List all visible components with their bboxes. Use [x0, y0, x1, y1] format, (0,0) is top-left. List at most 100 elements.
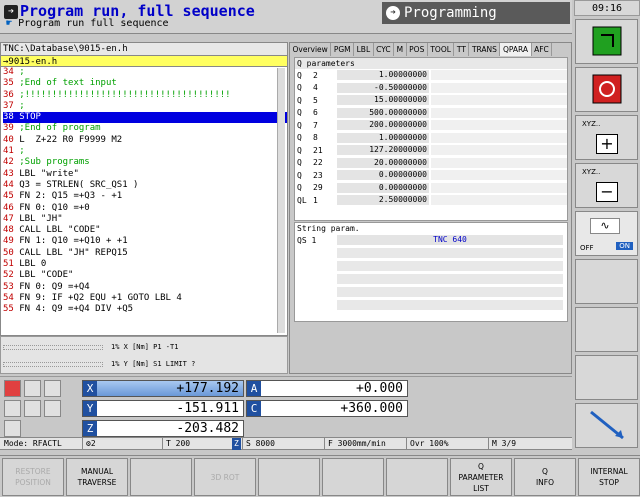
string-param-empty: [295, 286, 567, 298]
program-line[interactable]: 36 ;!!!!!!!!!!!!!!!!!!!!!!!!!!!!!!!!!!!!…: [3, 90, 287, 101]
q-params-list: Q 2 1.00000000 Q 4 -0.50000000 Q 5 15.00000000 Q 6…: [295, 69, 567, 207]
program-lines[interactable]: 34 ; 35 ;End of text input 36 ;!!!!!!!!!!!…: [1, 67, 287, 316]
program-line[interactable]: 50 CALL LBL "JH" REPQ15: [3, 248, 287, 259]
string-param-empty: [295, 299, 567, 311]
program-line[interactable]: 44 Q3 = STRLEN( SRC_QS1 ): [3, 180, 287, 191]
program-line[interactable]: 47 LBL "JH": [3, 214, 287, 225]
spindle-speed: S 8000: [242, 438, 275, 450]
program-line[interactable]: 41 ;: [3, 146, 287, 157]
q-param-row: Q 8 1.00000000: [295, 132, 567, 145]
softkey-green-icon[interactable]: [575, 19, 638, 64]
zoom-plus-softkey[interactable]: XYZ.. +: [575, 115, 638, 160]
vertical-softkeys: XYZ.. + XYZ.. − ∿ OFF ON: [573, 17, 640, 457]
status-panel: Overview PGM LBL CYC M POS TOOL TT TRANS QPARA AFC…: [289, 42, 572, 374]
string-params-title: String param.: [297, 224, 360, 233]
blank-icon: [44, 380, 61, 397]
program-line[interactable]: 45 FN 2: Q15 =+Q3 - +1: [3, 191, 287, 202]
editor-scrollbar[interactable]: [277, 68, 285, 333]
string-param-empty: [295, 260, 567, 272]
program-line[interactable]: 35 ;End of text input: [3, 78, 287, 89]
arrow-right-icon: ➜: [386, 6, 400, 20]
toggle-softkey[interactable]: ∿ OFF ON: [575, 211, 638, 256]
program-line[interactable]: 52 LBL "CODE": [3, 270, 287, 281]
softkey-1[interactable]: RESTORE POSITION: [2, 458, 64, 496]
file-name: →9015-en.h: [1, 55, 287, 67]
q-param-row: Q 5 15.00000000: [295, 94, 567, 107]
programming-mode-button[interactable]: ➜ Programming: [382, 2, 570, 24]
program-line[interactable]: 53 FN 0: Q9 =+Q4: [3, 282, 287, 293]
q-param-row: Q 2 1.00000000: [295, 69, 567, 82]
softkey-2[interactable]: MANUAL TRAVERSE: [66, 458, 128, 496]
program-line[interactable]: 37 ;: [3, 101, 287, 112]
softkey-4[interactable]: 3D ROT: [194, 458, 256, 496]
blank-icon: [4, 400, 21, 417]
string-param-box: String param. QS 1 TNC 640: [294, 222, 568, 322]
q-parameter-box: Q parameters Q 2 1.00000000 Q 4 -0.50000000 Q 5…: [294, 57, 568, 221]
axis-a: A +0.000: [246, 380, 408, 397]
tab-lbl[interactable]: LBL: [354, 43, 374, 56]
softkey-9[interactable]: Q INFO: [514, 458, 576, 496]
tab-qpara[interactable]: QPARA: [500, 43, 532, 56]
clock: 09:16: [574, 0, 640, 16]
status-icons: [3, 379, 79, 437]
info-bar: Mode: RFACTL ⚙ 2 T 200 Z S 8000 F 3000mm/…: [0, 437, 572, 450]
program-line[interactable]: 34 ;: [3, 67, 287, 78]
q-param-row: QL 1 2.50000000: [295, 194, 567, 207]
zoom-minus-softkey[interactable]: XYZ.. −: [575, 163, 638, 208]
tab-m[interactable]: M: [394, 43, 407, 56]
program-line[interactable]: 51 LBL 0: [3, 259, 287, 270]
arrow-diagonal-icon: [589, 410, 624, 440]
minus-icon: −: [596, 182, 618, 202]
program-line[interactable]: 39 ;End of program: [3, 123, 287, 134]
softkey-7[interactable]: [386, 458, 448, 496]
tab-tt[interactable]: TT: [454, 43, 470, 56]
string-param-empty: [295, 247, 567, 259]
tab-trans[interactable]: TRANS: [469, 43, 501, 56]
mode-label: Mode: RFACTL: [4, 439, 62, 448]
program-line[interactable]: 49 FN 1: Q10 =+Q10 + +1: [3, 236, 287, 247]
program-line[interactable]: 42 ;Sub programs: [3, 157, 287, 168]
program-line[interactable]: 43 LBL "write": [3, 169, 287, 180]
load-status-panel: 1% X [Nm] P1 -T1 1% Y [Nm] S1 LIMIT ?: [0, 336, 288, 374]
m-functions: M 3/9: [488, 438, 516, 450]
tab-pgm[interactable]: PGM: [331, 43, 355, 56]
q-param-row: Q 22 20.00000000: [295, 157, 567, 170]
softkey-10[interactable]: INTERNAL STOP: [578, 458, 640, 496]
program-line[interactable]: 46 FN 0: Q10 =+0: [3, 203, 287, 214]
tab-overview[interactable]: Overview: [290, 43, 332, 56]
program-line[interactable]: 54 FN 9: IF +Q2 EQU +1 GOTO LBL 4: [3, 293, 287, 304]
tab-tool[interactable]: TOOL: [427, 43, 455, 56]
program-editor[interactable]: TNC:\Database\9015-en.h →9015-en.h 34 ; 3…: [0, 42, 288, 336]
softkey-3[interactable]: [130, 458, 192, 496]
softkey-empty-1[interactable]: [575, 259, 638, 304]
tab-pos[interactable]: POS: [406, 43, 428, 56]
tool-value: T 200: [162, 438, 190, 450]
q-params-title: Q parameters: [295, 58, 567, 69]
q-param-row: Q 6 500.00000000: [295, 107, 567, 120]
program-line[interactable]: 48 CALL LBL "CODE": [3, 225, 287, 236]
header-bar: ➔ Program run, full sequence ☛ Program ru…: [0, 0, 572, 34]
softkey-slider[interactable]: [575, 403, 638, 448]
string-param-empty: [295, 273, 567, 285]
blank-icon: [24, 400, 41, 417]
softkey-empty-3[interactable]: [575, 355, 638, 400]
tab-cyc[interactable]: CYC: [373, 43, 395, 56]
softkey-6[interactable]: [322, 458, 384, 496]
file-path: TNC:\Database\9015-en.h: [1, 43, 287, 55]
tab-afc[interactable]: AFC: [531, 43, 553, 56]
string-param-row: QS 1 TNC 640: [295, 234, 567, 246]
status-tabs: Overview PGM LBL CYC M POS TOOL TT TRANS QPARA AFC: [290, 43, 571, 56]
load-row-x: 1% X [Nm] P1 -T1: [3, 340, 283, 354]
program-line[interactable]: 38 STOP: [3, 112, 287, 124]
q-param-row: Q 7 200.00000000: [295, 119, 567, 132]
hand-icon: ☛: [6, 18, 13, 29]
q-param-row: Q 29 0.00000000: [295, 182, 567, 195]
softkey-empty-2[interactable]: [575, 307, 638, 352]
softkey-5[interactable]: [258, 458, 320, 496]
plus-icon: +: [596, 134, 618, 154]
softkey-8[interactable]: Q PARAMETER LIST: [450, 458, 512, 496]
program-line[interactable]: 55 FN 4: Q9 =+Q4 DIV +Q5: [3, 304, 287, 315]
program-line[interactable]: 40 L Z+22 R0 F9999 M2: [3, 135, 287, 146]
load-bar-y: [3, 362, 103, 367]
softkey-red-icon[interactable]: [575, 67, 638, 112]
